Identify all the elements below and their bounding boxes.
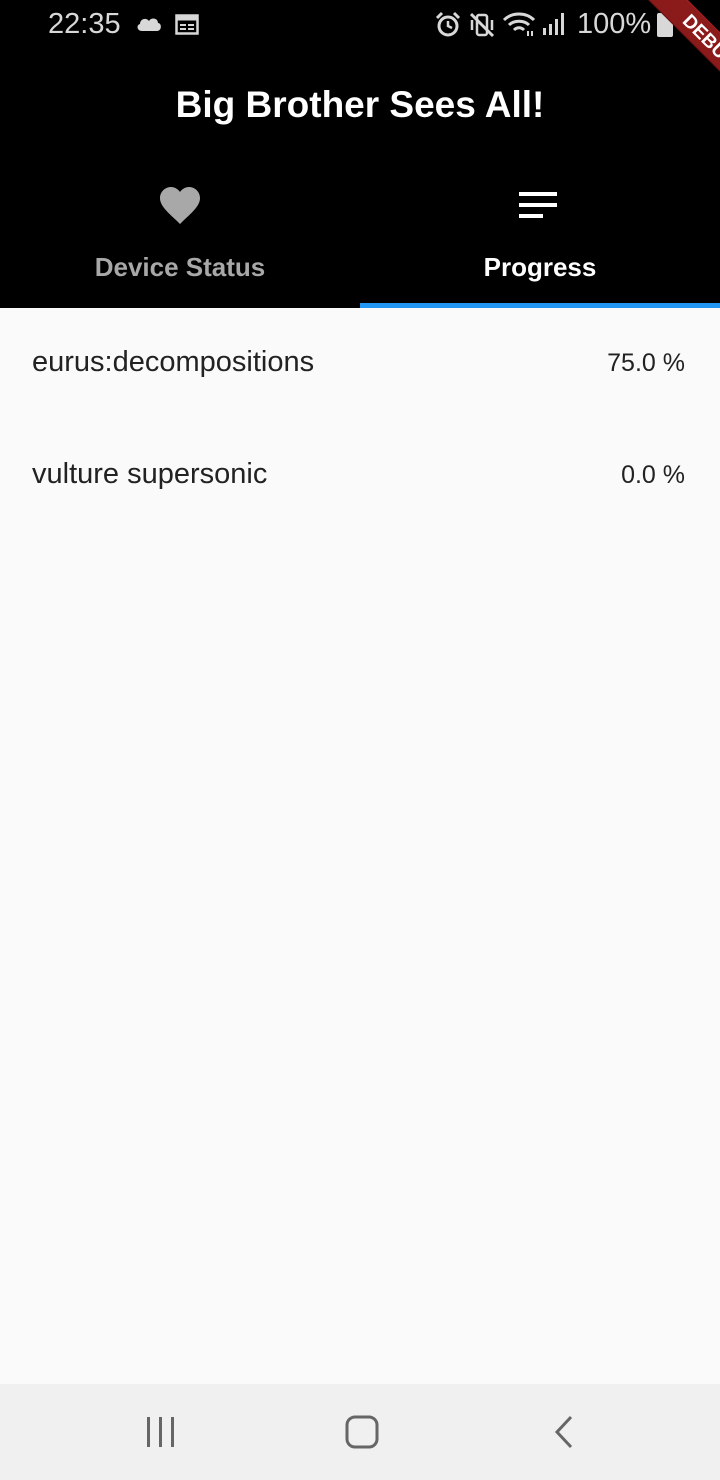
status-time: 22:35 xyxy=(48,8,121,40)
progress-list: eurus:decompositions 75.0 % vulture supe… xyxy=(0,308,720,532)
navigation-bar xyxy=(0,1384,720,1480)
back-button[interactable] xyxy=(534,1412,594,1454)
alarm-icon xyxy=(435,11,461,37)
home-icon xyxy=(345,1415,379,1449)
battery-percent: 100% xyxy=(577,8,652,40)
item-progress-value: 75.0 % xyxy=(607,349,685,377)
tab-label: Device Status xyxy=(94,252,266,282)
app-screen: 22:35 100% Big Brother Sees All! Device … xyxy=(0,0,720,1480)
list-item[interactable]: eurus:decompositions 75.0 % xyxy=(0,308,720,420)
heart-icon xyxy=(160,187,200,224)
battery-icon xyxy=(657,10,673,37)
cloud-icon xyxy=(137,18,161,31)
item-progress-value: 0.0 % xyxy=(621,461,685,489)
wifi-icon xyxy=(502,12,536,36)
tab-label: Progress xyxy=(483,252,597,282)
sort-lines-icon xyxy=(519,192,557,218)
calendar-icon xyxy=(175,14,199,35)
app-title: Big Brother Sees All! xyxy=(175,84,545,125)
status-bar: 22:35 100% xyxy=(0,0,720,50)
list-item[interactable]: vulture supersonic 0.0 % xyxy=(0,420,720,532)
home-button[interactable] xyxy=(332,1412,392,1454)
tab-device-status[interactable]: Device Status xyxy=(0,178,360,308)
item-name: vulture supersonic xyxy=(32,458,268,490)
vibrate-off-icon xyxy=(469,12,495,38)
tab-progress[interactable]: Progress xyxy=(360,178,720,308)
back-icon xyxy=(554,1415,573,1449)
recents-button[interactable] xyxy=(131,1412,191,1454)
signal-icon xyxy=(543,13,564,35)
recents-icon xyxy=(147,1417,174,1447)
item-name: eurus:decompositions xyxy=(32,346,315,378)
app-bar: Big Brother Sees All! Device Status Prog… xyxy=(0,50,720,308)
